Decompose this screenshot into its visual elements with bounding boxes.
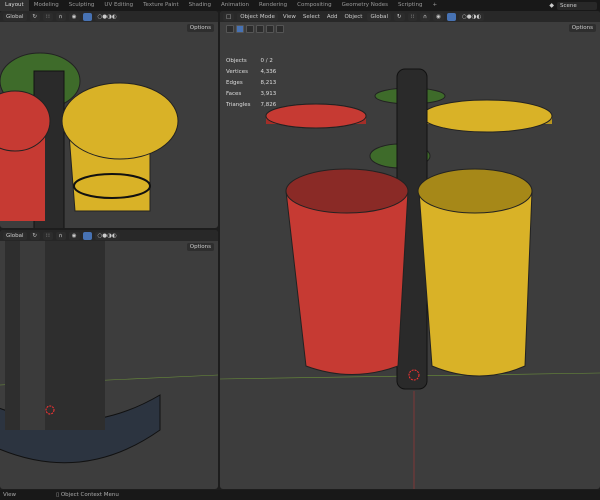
tab-layout[interactable]: Layout — [0, 0, 29, 11]
select-subtract-icon[interactable] — [256, 25, 264, 33]
options-button[interactable]: Options — [186, 24, 214, 32]
viewport-top-left[interactable]: Global ↻ ∷ ∩ ◉ ○●◑◐ Options — [0, 11, 218, 228]
stat-value: 8,213 — [260, 80, 277, 86]
options-button[interactable]: Options — [186, 243, 214, 251]
overlay-icon[interactable] — [82, 12, 92, 21]
tab-animation[interactable]: Animation — [216, 0, 254, 11]
tab-scripting[interactable]: Scripting — [393, 0, 427, 11]
select-extend-icon[interactable] — [246, 25, 254, 33]
shading-modes[interactable]: ○●◑◐ — [458, 12, 485, 21]
options-button[interactable]: Options — [568, 24, 596, 32]
stat-value: 4,336 — [260, 69, 277, 75]
tab-uv-editing[interactable]: UV Editing — [99, 0, 138, 11]
tab-sculpting[interactable]: Sculpting — [64, 0, 100, 11]
viewport-bottom-left[interactable]: Global ↻ ∷ ∩ ◉ ○●◑◐ Options — [0, 230, 218, 489]
status-view: View — [3, 492, 17, 498]
model-view-bottom-left — [0, 230, 218, 464]
workspace-tabs: Layout Modeling Sculpting UV Editing Tex… — [0, 0, 600, 11]
status-context-label: Object Context Menu — [60, 492, 119, 498]
viewport-header: □ Object Mode View Select Add Object Glo… — [220, 11, 600, 22]
menu-object[interactable]: Object — [343, 14, 365, 20]
mode-dropdown[interactable]: Object Mode — [237, 12, 278, 21]
scene-field[interactable]: Scene — [557, 1, 597, 10]
snap-icon[interactable]: ∷ — [43, 231, 53, 240]
orientation-dropdown[interactable]: Global — [367, 12, 392, 21]
viewport-header: Global ↻ ∷ ∩ ◉ ○●◑◐ — [0, 230, 218, 241]
shading-modes[interactable]: ○●◑◐ — [94, 12, 120, 21]
add-workspace-button[interactable]: + — [427, 0, 442, 11]
proportional-icon[interactable]: ∩ — [55, 231, 66, 240]
status-bar: View ▯ Object Context Menu — [0, 490, 600, 500]
editor-type-icon[interactable]: □ — [223, 12, 235, 21]
overlay-icon[interactable] — [446, 12, 456, 21]
proportional-icon[interactable]: ∩ — [420, 12, 431, 21]
stat-label: Edges — [226, 80, 243, 86]
menu-view[interactable]: View — [281, 14, 298, 20]
tab-geometry-nodes[interactable]: Geometry Nodes — [337, 0, 393, 11]
orientation-dropdown[interactable]: Global — [3, 12, 27, 21]
tool-select-icon[interactable] — [226, 25, 234, 33]
pivot-icon[interactable]: ↻ — [394, 12, 405, 21]
status-context-menu: ▯ Object Context Menu — [56, 492, 119, 498]
select-intersect-icon[interactable] — [276, 25, 284, 33]
stat-value: 7,826 — [260, 102, 277, 108]
visibility-icon[interactable]: ◉ — [68, 231, 80, 240]
stat-label: Vertices — [226, 69, 248, 75]
pivot-icon[interactable]: ↻ — [29, 231, 41, 240]
select-invert-icon[interactable] — [266, 25, 274, 33]
statistics-overlay: Objects 0 / 2 Vertices 4,336 Edges 8,213 Fa… — [224, 55, 286, 112]
tab-texture-paint[interactable]: Texture Paint — [138, 0, 184, 11]
viewport-header: Global ↻ ∷ ∩ ◉ ○●◑◐ — [0, 11, 218, 22]
orientation-dropdown[interactable]: Global — [3, 231, 27, 240]
stat-value: 3,913 — [260, 91, 277, 97]
shading-modes[interactable]: ○●◑◐ — [94, 231, 120, 240]
overlay-icon[interactable] — [82, 231, 92, 240]
model-view-top-left — [0, 52, 179, 228]
tab-rendering[interactable]: Rendering — [254, 0, 292, 11]
scene-selector[interactable]: ◆ Scene — [549, 1, 597, 10]
viewport-main[interactable]: □ Object Mode View Select Add Object Glo… — [220, 11, 600, 489]
select-new-icon[interactable] — [236, 25, 244, 33]
stat-label: Triangles — [226, 102, 251, 108]
tab-shading[interactable]: Shading — [184, 0, 216, 11]
snap-icon[interactable]: ∷ — [43, 12, 53, 21]
visibility-icon[interactable]: ◉ — [68, 12, 80, 21]
stat-label: Objects — [226, 58, 247, 64]
selection-mode-toolbar — [226, 25, 284, 33]
scene-icon: ◆ — [549, 2, 554, 9]
tab-modeling[interactable]: Modeling — [29, 0, 64, 11]
tab-compositing[interactable]: Compositing — [292, 0, 336, 11]
stat-label: Faces — [226, 91, 242, 97]
pivot-icon[interactable]: ↻ — [29, 12, 41, 21]
snap-icon[interactable]: ∷ — [407, 12, 418, 21]
proportional-icon[interactable]: ∩ — [55, 12, 66, 21]
stat-value: 0 / 2 — [260, 58, 273, 64]
menu-add[interactable]: Add — [325, 14, 340, 20]
menu-select[interactable]: Select — [301, 14, 322, 20]
visibility-icon[interactable]: ◉ — [433, 12, 444, 21]
